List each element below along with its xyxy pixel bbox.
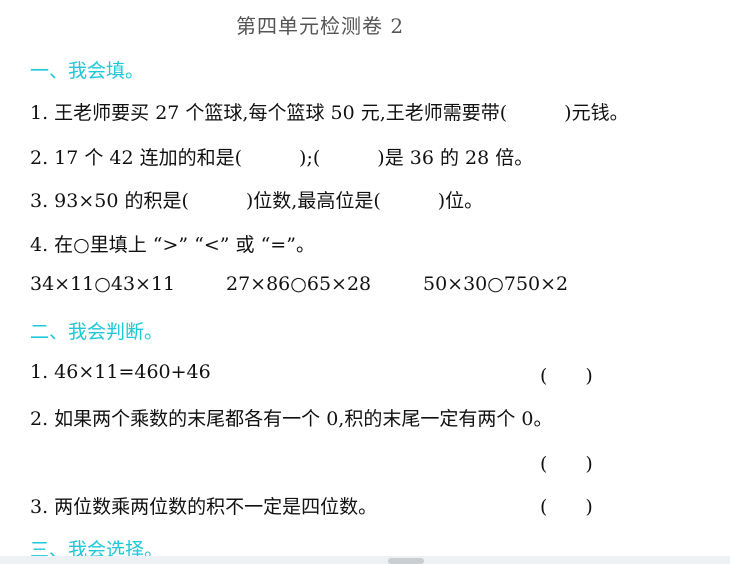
question-fill-2: 2. 17 个 42 连加的和是( );( )是 36 的 28 倍。 [30, 147, 534, 169]
answer-parentheses: ( ) [540, 365, 593, 387]
compare-expression: 50×30○750×2 [423, 273, 569, 295]
compare-expression: 27×86○65×28 [226, 273, 372, 295]
question-fill-1: 1. 王老师要买 27 个篮球,每个篮球 50 元,王老师需要带( )元钱。 [30, 102, 629, 124]
question-judge-3: 3. 两位数乘两位数的积不一定是四位数。 [30, 496, 378, 518]
page-title: 第四单元检测卷 2 [236, 14, 405, 38]
question-judge-2: 2. 如果两个乘数的末尾都各有一个 0,积的末尾一定有两个 0。 [30, 408, 553, 430]
question-fill-3: 3. 93×50 的积是( )位数,最高位是( )位。 [30, 190, 484, 212]
answer-parentheses: ( ) [540, 453, 593, 475]
compare-expression: 34×11○43×11 [30, 273, 176, 295]
section-heading-judge: 二、我会判断。 [30, 321, 164, 343]
horizontal-scrollbar[interactable] [0, 556, 730, 564]
question-judge-1: 1. 46×11=460+46 [30, 361, 211, 383]
section-heading-fill: 一、我会填。 [30, 60, 145, 82]
scrollbar-thumb[interactable] [388, 558, 424, 564]
question-fill-4: 4. 在○里填上 “>” “<” 或 “=”。 [30, 234, 315, 256]
answer-parentheses: ( ) [540, 496, 593, 518]
